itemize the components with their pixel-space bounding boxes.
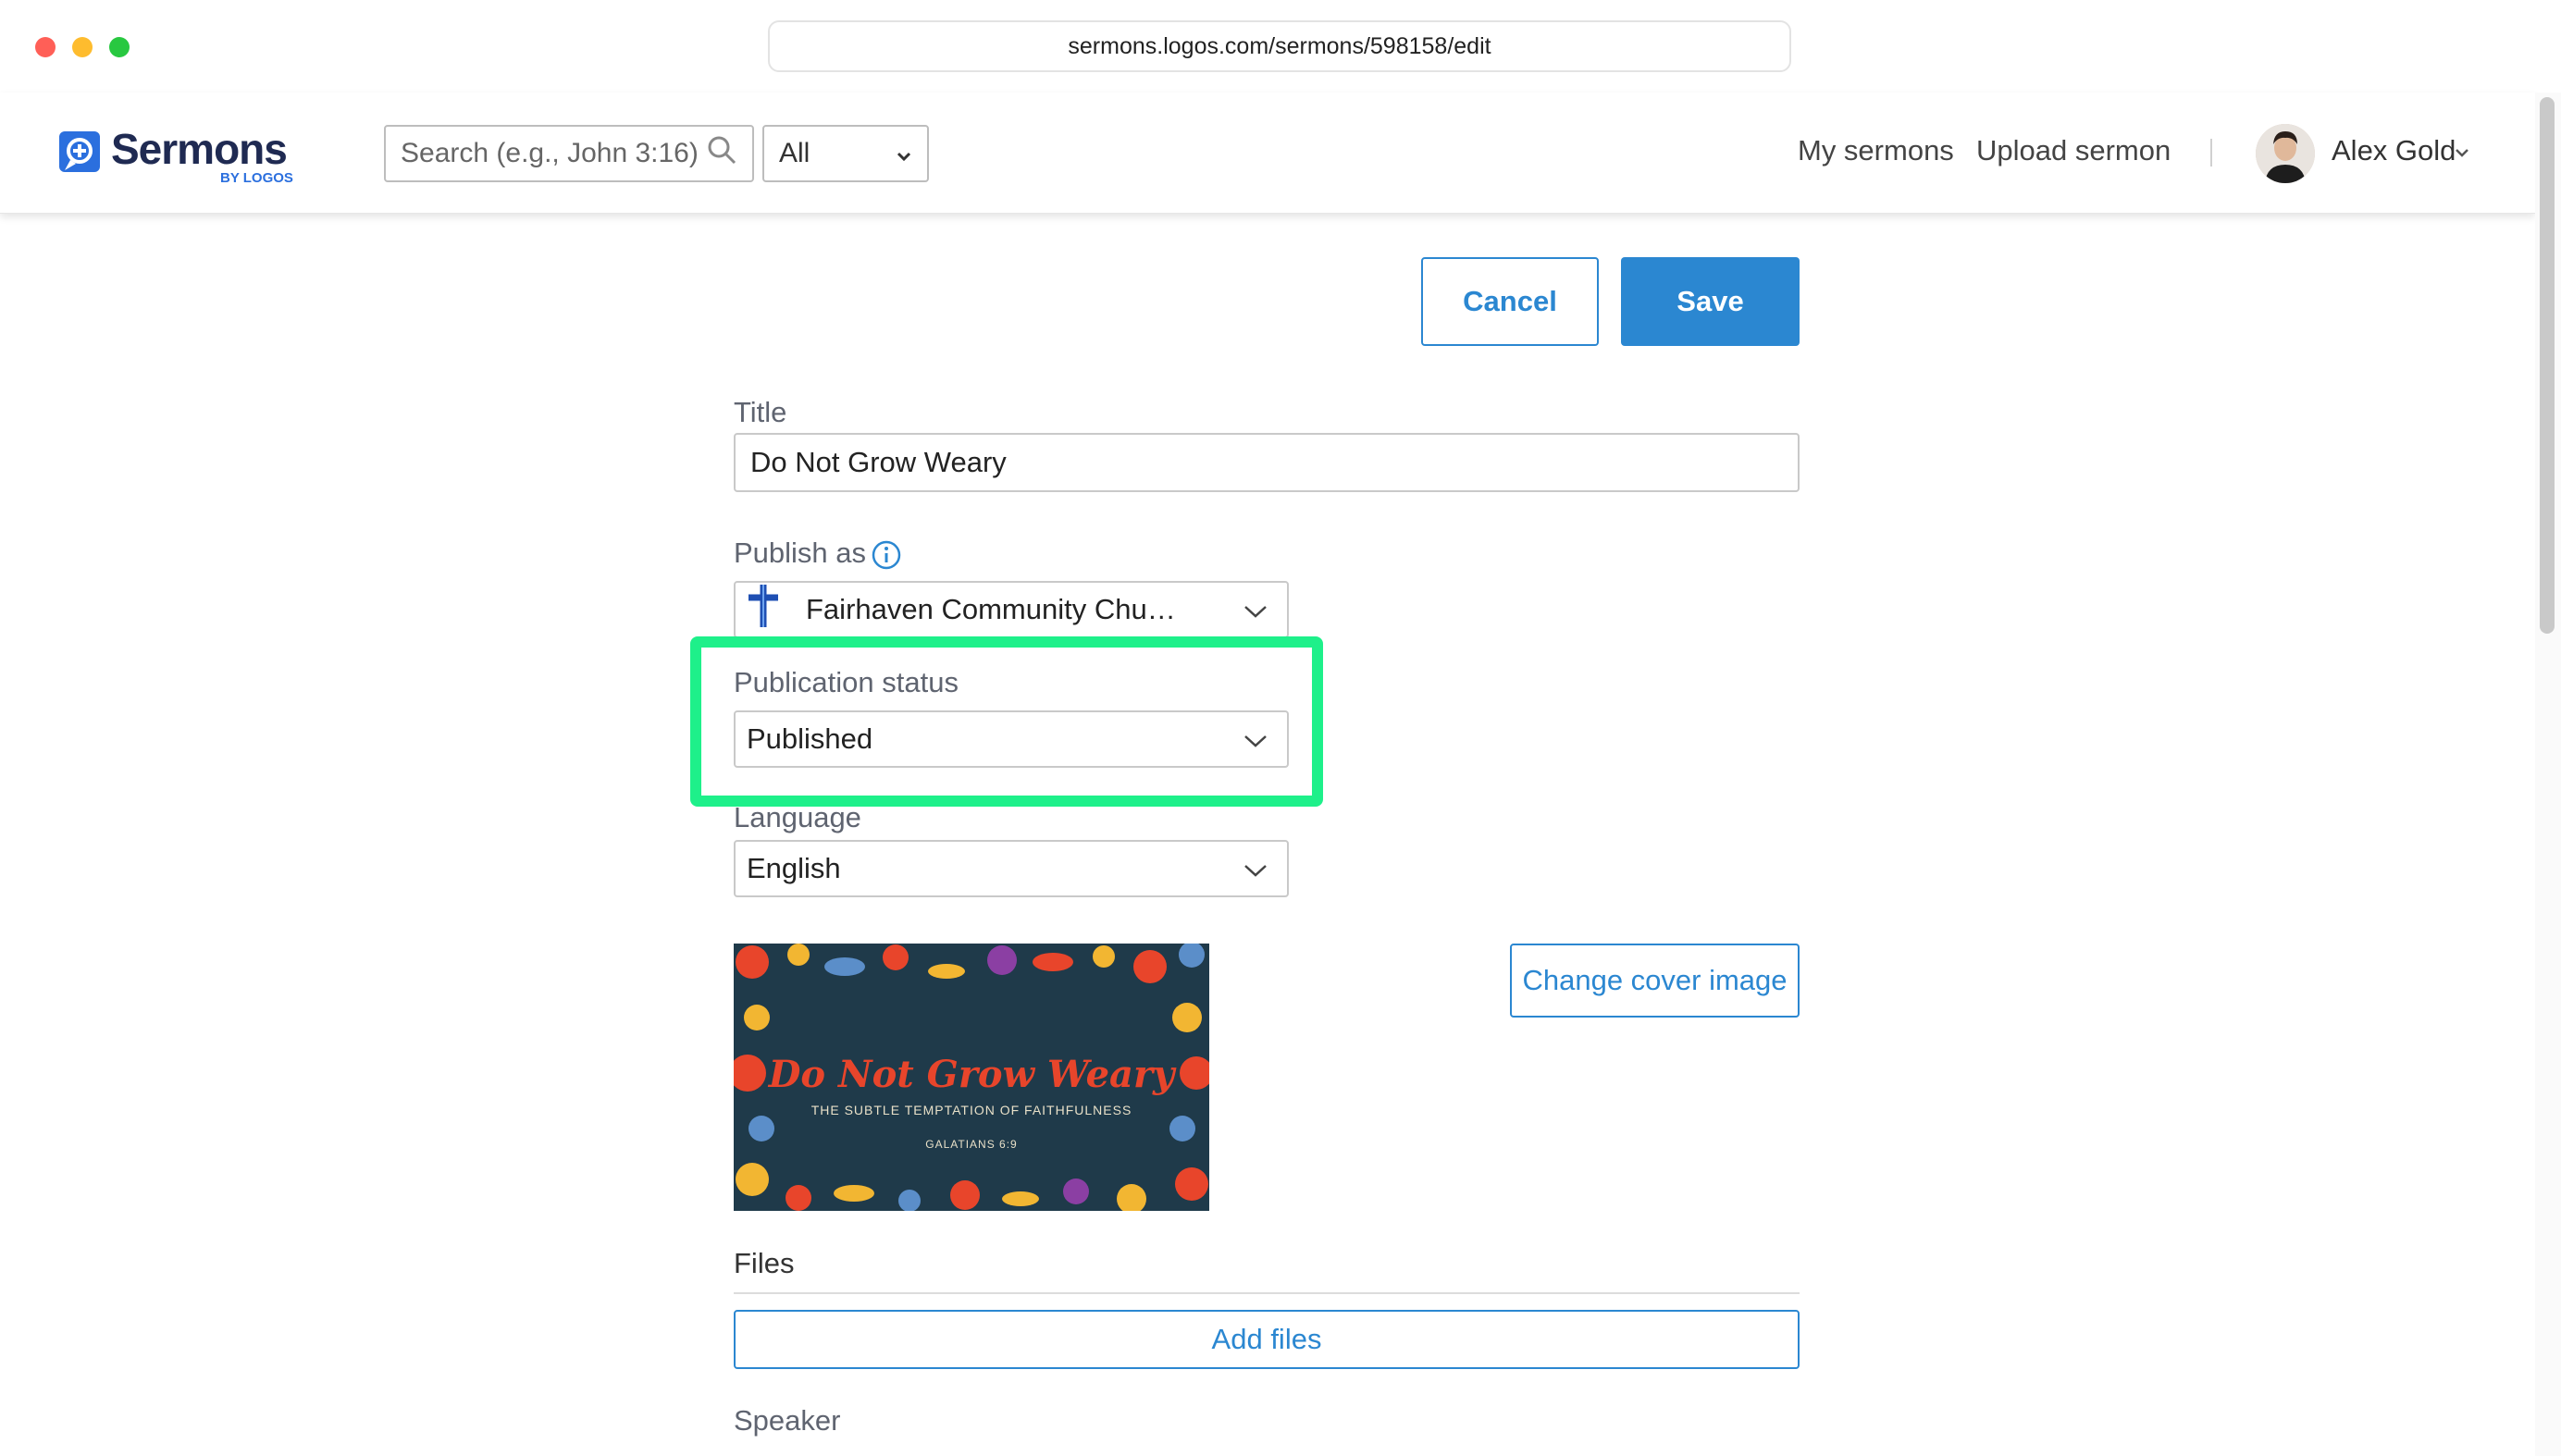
publish-as-select[interactable]: Fairhaven Community Chu… (734, 581, 1289, 638)
publication-status-select[interactable]: Published (734, 710, 1289, 768)
language-value: English (747, 852, 841, 884)
scrollbar-thumb[interactable] (2540, 97, 2555, 634)
language-label: Language (734, 801, 861, 833)
chevron-down-icon (896, 138, 912, 169)
user-name[interactable]: Alex Gold (2332, 134, 2456, 167)
cover-reference: GALATIANS 6:9 (925, 1138, 1018, 1151)
publication-status-label: Publication status (734, 666, 959, 698)
title-input[interactable]: Do Not Grow Weary (734, 433, 1800, 492)
nav-divider (2210, 139, 2212, 167)
cover-subtitle: THE SUBTLE TEMPTATION OF FAITHFULNESS (810, 1103, 1132, 1117)
title-input-value: Do Not Grow Weary (750, 446, 1007, 478)
info-icon[interactable] (871, 539, 902, 575)
publish-as-label: Publish as (734, 537, 867, 569)
files-divider (734, 1292, 1800, 1294)
close-window-button[interactable] (35, 37, 56, 57)
language-select[interactable]: English (734, 840, 1289, 897)
user-menu-chevron-icon[interactable] (2454, 146, 2470, 163)
nav-upload-sermon[interactable]: Upload sermon (1976, 134, 2171, 167)
minimize-window-button[interactable] (72, 37, 93, 57)
save-button[interactable]: Save (1621, 257, 1800, 346)
search-scope-value: All (779, 138, 810, 168)
search-input[interactable]: Search (e.g., John 3:16) (384, 125, 754, 182)
files-label: Files (734, 1247, 795, 1279)
chevron-down-icon (1243, 852, 1268, 885)
search-icon[interactable] (706, 134, 737, 173)
search-placeholder: Search (e.g., John 3:16) (401, 138, 699, 168)
nav-my-sermons[interactable]: My sermons (1798, 134, 1954, 167)
add-files-button[interactable]: Add files (734, 1310, 1800, 1369)
speaker-label: Speaker (734, 1404, 841, 1437)
cancel-button[interactable]: Cancel (1421, 257, 1599, 346)
publish-as-value: Fairhaven Community Chu… (806, 593, 1176, 625)
title-label: Title (734, 396, 787, 428)
sermons-logo-icon[interactable] (57, 130, 104, 176)
change-cover-image-button[interactable]: Change cover image (1510, 944, 1800, 1018)
search-scope-select[interactable]: All (762, 125, 929, 182)
publication-status-value: Published (747, 722, 873, 755)
cover-image: Do Not Grow Weary THE SUBTLE TEMPTATION … (734, 944, 1209, 1211)
address-bar[interactable]: sermons.logos.com/sermons/598158/edit (768, 20, 1791, 72)
logo-subtext: BY LOGOS (220, 170, 293, 186)
maximize-window-button[interactable] (109, 37, 130, 57)
chevron-down-icon (1243, 722, 1268, 756)
avatar[interactable] (2256, 124, 2315, 183)
church-cross-icon (743, 583, 784, 636)
cover-title: Do Not Grow Weary (768, 1053, 1175, 1096)
logo-text[interactable]: Sermons (111, 124, 288, 174)
url-text: sermons.logos.com/sermons/598158/edit (1068, 32, 1491, 59)
chevron-down-icon (1243, 593, 1268, 626)
